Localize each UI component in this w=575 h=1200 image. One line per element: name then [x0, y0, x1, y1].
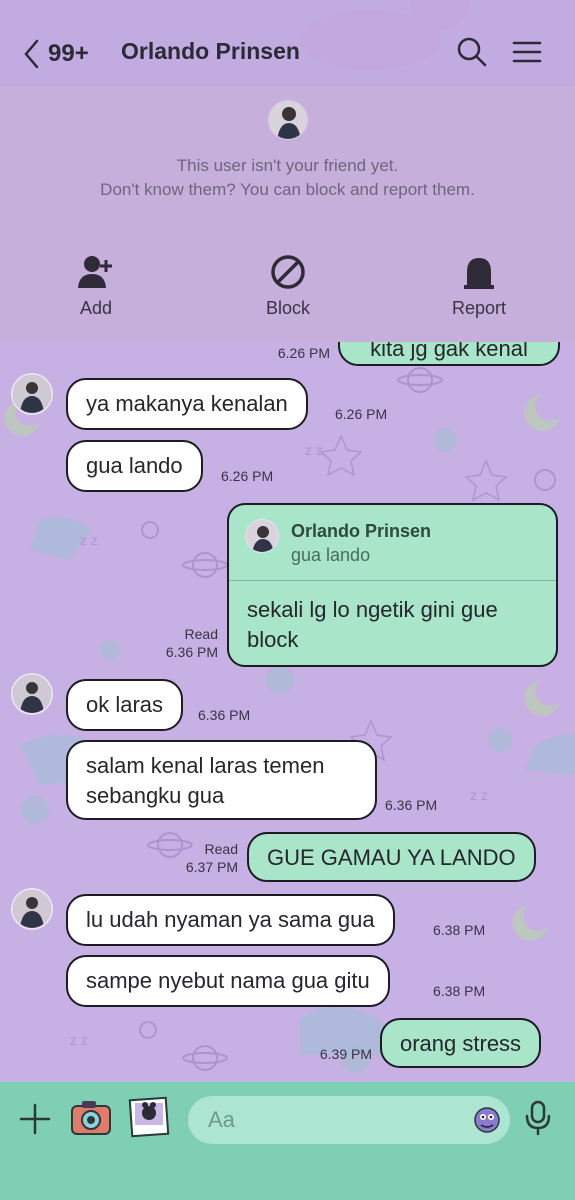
message-time: 6.38 PM — [433, 983, 486, 999]
message-time: 6.36 PM — [198, 707, 251, 723]
message-time: 6.37 PM — [185, 859, 238, 875]
sender-avatar[interactable] — [11, 373, 53, 415]
message-bubble-outgoing-reply[interactable]: Orlando Prinsen gua lando sekali lg lo n… — [227, 503, 558, 667]
sticker-icon[interactable] — [472, 1104, 502, 1134]
gallery-icon[interactable] — [128, 1096, 170, 1138]
search-icon[interactable] — [456, 36, 488, 68]
quoted-message[interactable]: Orlando Prinsen gua lando — [229, 505, 556, 581]
message-time: 6.36 PM — [385, 797, 438, 813]
report-label: Report — [451, 298, 507, 318]
quoted-sender-name: Orlando Prinsen — [291, 521, 432, 541]
report-button[interactable]: Report — [419, 252, 539, 319]
message-time: 6.26 PM — [335, 406, 388, 422]
add-label: Add — [79, 298, 113, 318]
stranger-notice-content: This user isn't your friend yet. Don't k… — [0, 86, 575, 342]
block-button[interactable]: Block — [228, 252, 348, 319]
svg-text:z z: z z — [305, 442, 323, 458]
contact-avatar[interactable] — [268, 100, 308, 140]
quoted-avatar — [245, 519, 279, 553]
message-text: sampe nyebut nama gua gitu — [86, 968, 370, 993]
message-text: sekali lg lo ngetik gini gue block — [247, 597, 498, 652]
message-time: 6.38 PM — [433, 922, 486, 938]
message-text: lu udah nyaman ya sama gua — [86, 907, 375, 932]
message-text-line: sebangku gua — [86, 783, 225, 808]
message-text: ya makanya kenalan — [86, 391, 288, 416]
quoted-text: gua lando — [291, 545, 371, 565]
message-bubble-incoming[interactable]: lu udah nyaman ya sama gua — [66, 894, 395, 946]
sender-avatar[interactable] — [11, 673, 53, 715]
svg-text:z z: z z — [470, 787, 488, 803]
message-text: gua lando — [86, 453, 183, 478]
message-text: ok laras — [86, 692, 164, 717]
chat-header: 99+ Orlando Prinsen — [0, 0, 575, 86]
svg-text:z z: z z — [80, 532, 98, 548]
menu-icon[interactable] — [511, 36, 543, 68]
read-status: Read — [204, 841, 238, 857]
block-icon — [271, 255, 305, 289]
chevron-left-icon — [24, 39, 39, 69]
message-time: 6.26 PM — [277, 345, 330, 361]
message-input[interactable] — [188, 1096, 510, 1144]
plus-icon[interactable] — [18, 1102, 52, 1136]
message-text: orang stress — [400, 1031, 522, 1056]
message-time: 6.39 PM — [319, 1046, 372, 1062]
message-bubble-incoming[interactable]: ok laras — [66, 679, 184, 731]
message-time: 6.26 PM — [221, 468, 274, 484]
unread-count: 99+ — [48, 40, 89, 67]
notice-line-1: This user isn't your friend yet. — [176, 156, 399, 175]
add-button[interactable]: Add — [36, 252, 156, 319]
message-bubble-incoming[interactable]: sampe nyebut nama gua gitu — [66, 955, 390, 1007]
sender-avatar[interactable] — [11, 888, 53, 930]
back-button[interactable]: 99+ — [22, 34, 102, 74]
message-bubble-incoming[interactable]: gua lando — [66, 440, 203, 492]
message-text: GUE GAMAU YA LANDO — [267, 845, 516, 870]
read-status: Read — [184, 626, 218, 642]
message-bubble-outgoing[interactable]: GUE GAMAU YA LANDO — [247, 832, 536, 882]
microphone-icon[interactable] — [524, 1100, 552, 1136]
message-bubble-outgoing[interactable]: orang stress — [380, 1018, 542, 1068]
svg-text:z z: z z — [70, 1032, 88, 1048]
message-bubble-incoming[interactable]: ya makanya kenalan — [66, 378, 308, 430]
chat-title[interactable]: Orlando Prinsen — [121, 38, 300, 65]
notice-line-2: Don't know them? You can block and repor… — [100, 180, 475, 199]
message-input-bar — [0, 1082, 575, 1200]
message-bubble-incoming[interactable]: salam kenal laras temen sebangku gua — [66, 740, 377, 820]
block-label: Block — [265, 298, 310, 318]
message-time: 6.36 PM — [165, 644, 218, 660]
message-text-line: salam kenal laras temen — [86, 753, 325, 778]
add-friend-icon — [78, 256, 112, 288]
camera-icon[interactable] — [70, 1098, 112, 1136]
report-icon — [464, 258, 494, 289]
